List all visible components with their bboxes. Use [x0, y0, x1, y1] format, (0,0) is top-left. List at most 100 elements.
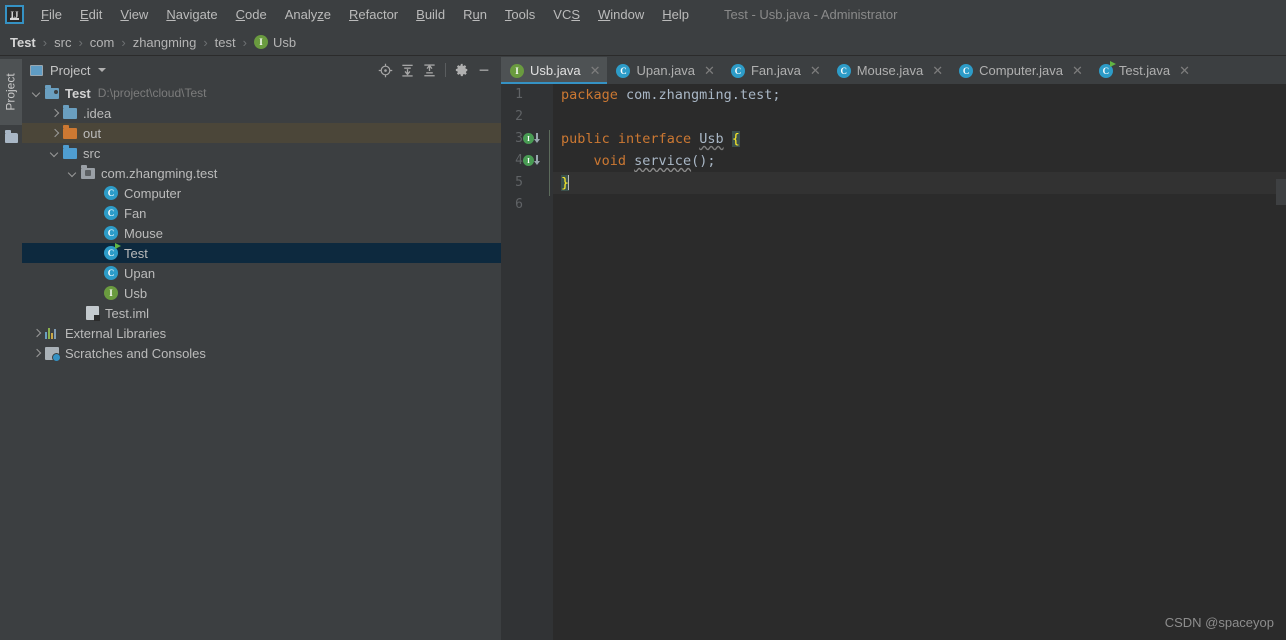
tree-item-path: D:\project\cloud\Test: [97, 86, 207, 100]
menu-item-tools[interactable]: Tools: [496, 4, 544, 25]
chevron-right-icon[interactable]: [50, 129, 59, 138]
breadcrumb-separator: ›: [121, 34, 126, 50]
implemented-by-arrow-icon[interactable]: [534, 133, 541, 144]
chevron-down-icon[interactable]: [98, 68, 107, 72]
tree-row-external-libraries[interactable]: External Libraries: [22, 323, 501, 343]
close-icon[interactable]: ✕: [590, 64, 601, 77]
close-icon[interactable]: ✕: [810, 64, 821, 77]
project-tree[interactable]: Test D:\project\cloud\Test .idea out src: [22, 83, 501, 640]
iml-file-icon: [86, 306, 100, 321]
chevron-down-icon[interactable]: [32, 89, 41, 98]
implemented-by-arrow-icon[interactable]: [534, 155, 541, 166]
menu-item-window[interactable]: Window: [589, 4, 653, 25]
breadcrumb-usb[interactable]: I Usb: [253, 35, 296, 50]
folder-icon: [63, 104, 77, 119]
expand-all-icon[interactable]: [396, 59, 418, 81]
menu-item-code[interactable]: Code: [227, 4, 276, 25]
menu-item-help[interactable]: Help: [653, 4, 698, 25]
method-params: ();: [691, 153, 716, 169]
tree-row-package[interactable]: com.zhangming.test: [22, 163, 501, 183]
tree-row-usb[interactable]: I Usb: [22, 283, 501, 303]
intellij-logo-icon[interactable]: IJ: [5, 5, 24, 24]
code-editor[interactable]: 1 2 3 4 5 6 I I package com.zhangming.te…: [501, 84, 1286, 640]
tab-usb-java[interactable]: I Usb.java ✕: [501, 57, 608, 84]
locate-icon[interactable]: [374, 59, 396, 81]
code-fold-line[interactable]: [549, 130, 550, 196]
tree-row-test-root[interactable]: Test D:\project\cloud\Test: [22, 83, 501, 103]
menu-item-file[interactable]: File: [32, 4, 71, 25]
tree-item-label: Scratches and Consoles: [65, 345, 206, 361]
chevron-right-icon[interactable]: [50, 109, 59, 118]
breadcrumb-src[interactable]: src: [54, 35, 71, 50]
tree-row-test-class[interactable]: C Test: [22, 243, 501, 263]
breadcrumb-zhangming[interactable]: zhangming: [133, 35, 197, 50]
tree-row-computer[interactable]: C Computer: [22, 183, 501, 203]
tab-computer-java[interactable]: C Computer.java ✕: [950, 57, 1090, 84]
menu-item-edit[interactable]: Edit: [71, 4, 111, 25]
close-icon[interactable]: ✕: [704, 64, 715, 77]
menu-item-navigate[interactable]: Navigate: [157, 4, 226, 25]
tab-upan-java[interactable]: C Upan.java ✕: [607, 57, 721, 84]
method-name-service: service: [634, 153, 692, 169]
tree-item-label: External Libraries: [65, 325, 167, 341]
tab-mouse-java[interactable]: C Mouse.java ✕: [828, 57, 950, 84]
editor-scrollbar-thumb[interactable]: [1276, 179, 1286, 205]
minimize-icon[interactable]: [473, 59, 495, 81]
implemented-by-icon[interactable]: I: [523, 155, 534, 166]
class-icon: C: [730, 63, 745, 78]
tool-window-button-project[interactable]: Project: [0, 59, 22, 125]
tree-row-fan[interactable]: C Fan: [22, 203, 501, 223]
breadcrumb-test-pkg[interactable]: test: [215, 35, 236, 50]
code-line-5: }: [553, 172, 1286, 194]
gear-icon[interactable]: [451, 59, 473, 81]
tree-item-label: Fan: [124, 205, 147, 221]
close-icon[interactable]: ✕: [932, 64, 943, 77]
tree-item-label: out: [83, 125, 102, 141]
breadcrumb-test[interactable]: Test: [10, 35, 36, 50]
close-icon[interactable]: ✕: [1179, 64, 1190, 77]
menu-item-view[interactable]: View: [111, 4, 157, 25]
implemented-by-icon[interactable]: I: [523, 133, 534, 144]
project-panel-toolbar: [374, 57, 495, 83]
tree-row-idea[interactable]: .idea: [22, 103, 501, 123]
tab-test-java[interactable]: C Test.java ✕: [1090, 57, 1197, 84]
package-icon: [81, 164, 95, 179]
project-panel-header: Project: [22, 57, 501, 83]
breadcrumb-com[interactable]: com: [90, 35, 115, 50]
keyword-interface: interface: [617, 131, 692, 147]
tree-row-upan[interactable]: C Upan: [22, 263, 501, 283]
tab-label: Fan.java: [750, 63, 801, 78]
tree-row-out[interactable]: out: [22, 123, 501, 143]
code-text-area[interactable]: package com.zhangming.test; public inter…: [553, 84, 1286, 640]
chevron-right-icon[interactable]: [32, 349, 41, 358]
tree-row-src[interactable]: src: [22, 143, 501, 163]
tree-row-scratches[interactable]: Scratches and Consoles: [22, 343, 501, 363]
logo-underbar: [10, 18, 19, 20]
close-icon[interactable]: ✕: [1072, 64, 1083, 77]
editor-gutter[interactable]: 1 2 3 4 5 6 I I: [501, 84, 553, 640]
class-icon: C: [616, 63, 631, 78]
chevron-down-icon[interactable]: [50, 149, 59, 158]
project-panel-title: Project: [50, 62, 91, 78]
keyword-public: public: [561, 131, 610, 147]
tab-label: Upan.java: [636, 63, 696, 78]
tree-item-label: Computer: [124, 185, 182, 201]
breadcrumb-separator: ›: [78, 34, 83, 50]
watermark-text: CSDN @spaceyop: [1164, 615, 1274, 630]
tree-row-test-iml[interactable]: Test.iml: [22, 303, 501, 323]
menu-item-build[interactable]: Build: [407, 4, 454, 25]
collapse-all-icon[interactable]: [418, 59, 440, 81]
window-title: Test - Usb.java - Administrator: [724, 7, 898, 22]
menu-item-analyze[interactable]: Analyze: [276, 4, 340, 25]
tab-fan-java[interactable]: C Fan.java ✕: [722, 57, 828, 84]
folder-icon[interactable]: [5, 130, 18, 143]
chevron-down-icon[interactable]: [68, 169, 77, 178]
menu-item-run[interactable]: Run: [454, 4, 496, 25]
chevron-right-icon[interactable]: [32, 329, 41, 338]
menu-item-refactor[interactable]: Refactor: [340, 4, 407, 25]
tree-row-mouse[interactable]: C Mouse: [22, 223, 501, 243]
navigation-bar: Test › src › com › zhangming › test › I …: [0, 29, 1286, 56]
menu-item-vcs[interactable]: VCS: [544, 4, 589, 25]
interface-icon: I: [510, 63, 524, 78]
